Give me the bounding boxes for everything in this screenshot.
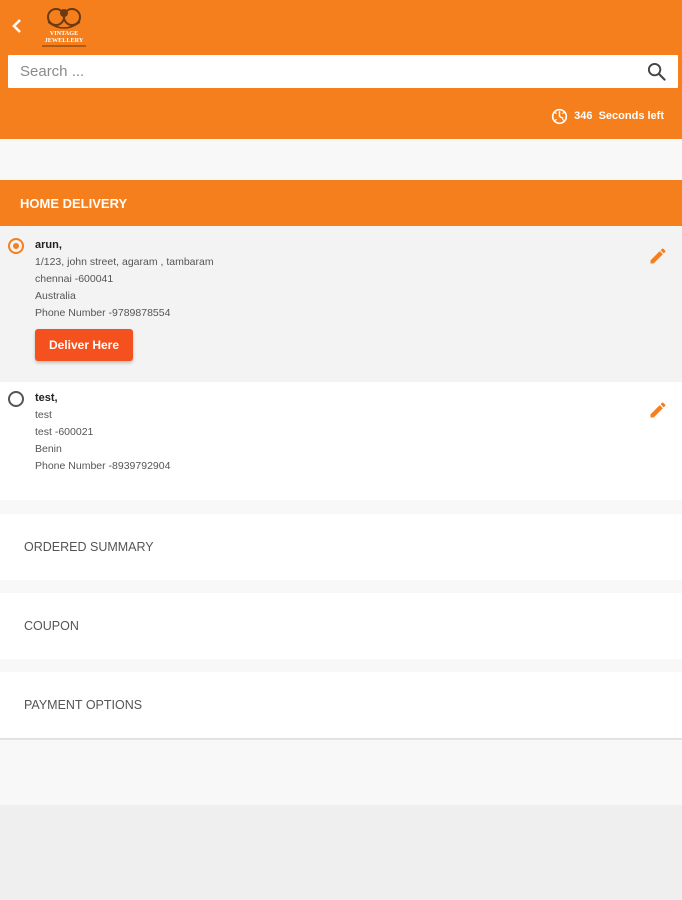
section-gap — [0, 659, 682, 673]
logo-text-line1: VINTAGE — [50, 30, 78, 37]
payment-options-label: PAYMENT OPTIONS — [24, 698, 143, 712]
search-input[interactable] — [8, 55, 628, 88]
home-delivery-header: HOME DELIVERY — [0, 180, 682, 226]
countdown-timer: 346 Seconds left — [551, 107, 664, 125]
address-details: test, test test -600021 Benin Phone Numb… — [35, 390, 170, 475]
chevron-left-icon — [12, 19, 21, 33]
address-phone: Phone Number -8939792904 — [35, 460, 171, 472]
coupon-label: COUPON — [24, 619, 79, 633]
home-delivery-title: HOME DELIVERY — [20, 195, 128, 211]
ordered-summary-section[interactable]: ORDERED SUMMARY — [0, 514, 682, 580]
address-name: test, — [35, 392, 58, 404]
address-radio-unselected[interactable] — [8, 391, 24, 407]
coupon-section[interactable]: COUPON — [0, 593, 682, 659]
address-details: arun, 1/123, john street, agaram , tamba… — [35, 237, 214, 322]
payment-options-section[interactable]: PAYMENT OPTIONS — [0, 672, 682, 738]
app-header: VINTAGE JEWELLERY 346 Seconds left — [0, 0, 682, 139]
address-country: Australia — [35, 290, 76, 302]
address-street: test — [35, 409, 52, 421]
spacer-band — [0, 139, 682, 180]
timer-text: 346 Seconds left — [574, 110, 664, 122]
search-icon[interactable] — [647, 62, 666, 81]
address-city: test -600021 — [35, 426, 94, 438]
edit-address-button[interactable] — [648, 400, 668, 420]
section-gap — [0, 500, 682, 514]
ordered-summary-label: ORDERED SUMMARY — [24, 540, 154, 554]
section-gap — [0, 580, 682, 594]
deliver-here-button[interactable]: Deliver Here — [35, 329, 133, 361]
address-name: arun, — [35, 239, 62, 251]
timer-icon — [551, 108, 568, 124]
address-city: chennai -600041 — [35, 273, 114, 285]
edit-address-button[interactable] — [648, 246, 668, 266]
address-card: test, test test -600021 Benin Phone Numb… — [0, 382, 682, 500]
logo-text-line2: JEWELLERY — [45, 37, 84, 44]
address-street: 1/123, john street, agaram , tambaram — [35, 256, 214, 268]
pencil-icon — [650, 402, 666, 418]
address-country: Benin — [35, 443, 62, 455]
pencil-icon — [650, 248, 666, 264]
brand-logo: VINTAGE JEWELLERY — [42, 8, 86, 47]
address-radio-selected[interactable] — [8, 238, 24, 254]
address-phone: Phone Number -9789878554 — [35, 307, 171, 319]
back-button[interactable] — [8, 14, 26, 38]
search-bar — [8, 55, 678, 88]
bottom-spacer — [0, 740, 682, 805]
